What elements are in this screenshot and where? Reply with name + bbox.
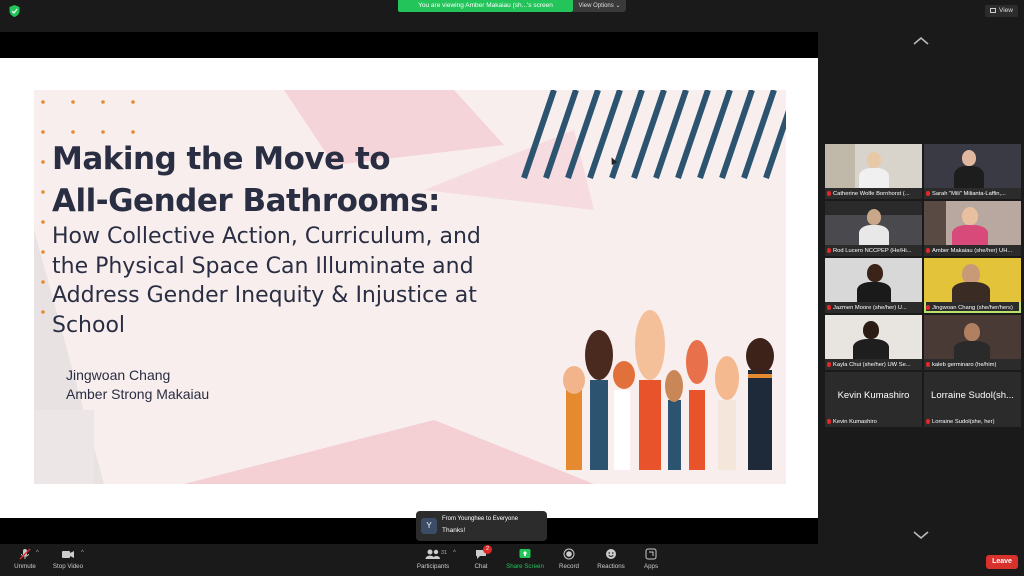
muted-mic-icon — [827, 248, 831, 253]
video-camera-icon — [62, 551, 74, 558]
chevron-down-icon[interactable] — [913, 530, 929, 540]
viewing-screen-banner: You are viewing Amber Makaiau (sh...'s s… — [398, 0, 573, 12]
muted-mic-icon — [926, 191, 930, 196]
grid-icon — [990, 8, 997, 13]
participant-video — [924, 201, 1021, 245]
muted-mic-icon — [19, 548, 31, 560]
chat-button[interactable]: 2 Chat — [456, 545, 506, 570]
share-screen-button[interactable]: Share Screen — [500, 548, 550, 570]
chevron-up-icon[interactable] — [913, 36, 929, 46]
muted-mic-icon — [827, 362, 831, 367]
chat-notification[interactable]: Y From Younghee to Everyone Thanks! — [416, 511, 547, 541]
zoom-window: You are viewing Amber Makaiau (sh...'s s… — [0, 0, 1024, 576]
participant-video — [924, 258, 1021, 302]
muted-mic-icon — [827, 419, 831, 424]
caret-up-icon[interactable]: ^ — [36, 550, 39, 556]
meeting-toolbar: Unmute ^ Stop Video ^ Participants 31 ^ … — [0, 544, 1024, 576]
slide-authors: Jingwoan Chang Amber Strong Makaiau — [66, 367, 210, 402]
video-tile[interactable]: Lorraine Sudol(sh... Lorraine Sudol(she,… — [924, 372, 1021, 427]
apps-button[interactable]: Apps — [626, 548, 676, 570]
participants-count: 31 — [441, 550, 448, 556]
apps-icon — [645, 548, 657, 560]
muted-mic-icon — [926, 419, 930, 424]
slide-title: Making the Move to All-Gender Bathrooms: — [52, 141, 440, 219]
muted-mic-icon — [926, 305, 930, 310]
shield-icon[interactable] — [9, 5, 20, 17]
stop-video-button[interactable]: Stop Video ^ — [43, 548, 93, 570]
participant-video — [825, 258, 922, 302]
video-tile[interactable]: Sarah "Mili" Milianta-Laffin,... — [924, 144, 1021, 199]
slide-content: Making the Move to All-Gender Bathrooms:… — [34, 90, 786, 484]
video-tile[interactable]: Kevin Kumashiro Kevin Kumashiro — [825, 372, 922, 427]
leave-button[interactable]: Leave — [986, 555, 1018, 569]
participant-video — [924, 144, 1021, 188]
participant-video — [825, 144, 922, 188]
top-bar: You are viewing Amber Makaiau (sh...'s s… — [0, 0, 1024, 22]
video-tile-active-speaker[interactable]: Jingwoan Chang (she/her/hers) — [924, 258, 1021, 313]
participant-video — [924, 315, 1021, 359]
participants-button[interactable]: Participants 31 ^ — [408, 548, 458, 570]
participant-name-display: Kevin Kumashiro — [837, 390, 910, 401]
slide-subtitle: How Collective Action, Curriculum, and t… — [52, 224, 481, 338]
video-tile[interactable]: Catherine Wolfe Bornhorst (... — [825, 144, 922, 199]
raised-hands-illustration — [563, 310, 774, 470]
presentation-slide: Making the Move to All-Gender Bathrooms:… — [0, 58, 818, 518]
video-tile[interactable]: kaleb germinaro (he/him) — [924, 315, 1021, 370]
video-tile[interactable]: Rod Lucero NCCPEP (He/Hi... — [825, 201, 922, 256]
participant-video — [825, 201, 922, 245]
muted-mic-icon — [926, 248, 930, 253]
gallery-panel: Catherine Wolfe Bornhorst (... Sarah "Mi… — [818, 22, 1024, 544]
chat-message: Thanks! — [442, 527, 466, 534]
view-button[interactable]: View — [985, 5, 1018, 17]
smiley-icon — [606, 549, 616, 559]
shared-screen: Making the Move to All-Gender Bathrooms:… — [0, 32, 818, 544]
video-tile[interactable]: Kayla Chui (she/her) UW Se... — [825, 315, 922, 370]
participant-video — [825, 315, 922, 359]
share-screen-icon — [519, 549, 531, 558]
video-tile[interactable]: Amber Makaiau (she/her) UH... — [924, 201, 1021, 256]
caret-up-icon[interactable]: ^ — [81, 550, 84, 556]
avatar: Y — [421, 518, 437, 534]
muted-mic-icon — [827, 191, 831, 196]
muted-mic-icon — [926, 362, 930, 367]
muted-mic-icon — [827, 305, 831, 310]
chat-unread-badge: 2 — [483, 545, 492, 554]
view-options-button[interactable]: View Options ⌄ — [573, 0, 626, 12]
participants-icon — [425, 549, 440, 559]
video-tile[interactable]: Jazmen Moore (she/her) U... — [825, 258, 922, 313]
chat-sender: From Younghee to Everyone — [442, 516, 519, 522]
participant-name-display: Lorraine Sudol(sh... — [931, 390, 1014, 401]
record-icon — [563, 548, 575, 560]
